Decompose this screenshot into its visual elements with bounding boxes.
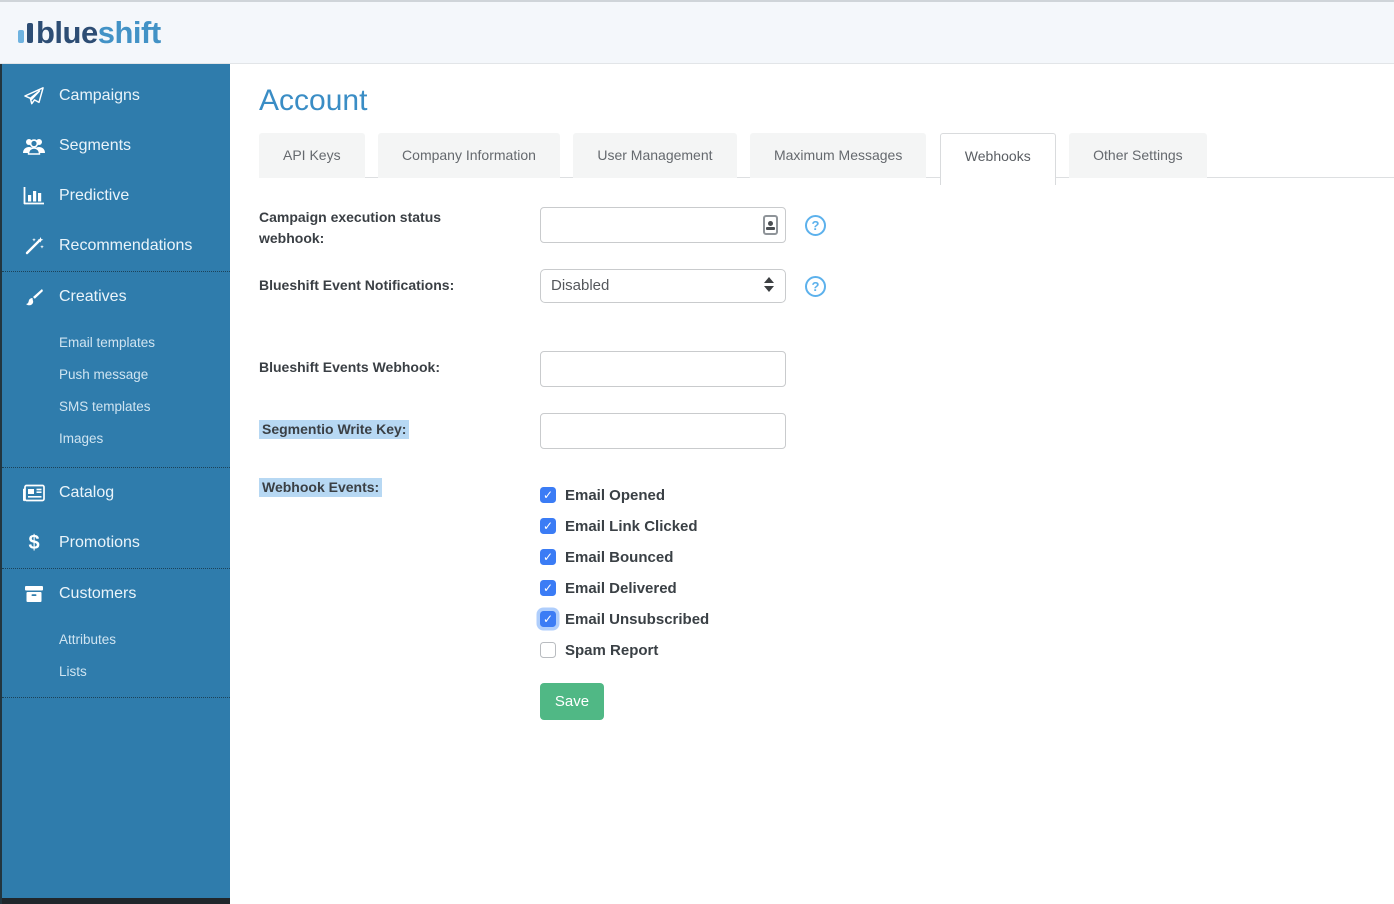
tab-company-information[interactable]: Company Information [378,133,560,178]
sidebar-subitem-attributes[interactable]: Attributes [2,623,230,655]
sidebar-item-label: Creatives [59,288,127,306]
magic-wand-icon [22,235,46,257]
sidebar-item-label: Segments [59,137,131,155]
sidebar-item-label: Campaigns [59,87,140,105]
archive-box-icon [22,583,46,605]
sidebar-subitem-images[interactable]: Images [2,422,230,454]
field-label: Blueshift Event Notifications: [259,269,540,303]
events-webhook-input-wrap [540,351,786,387]
paper-plane-icon [22,85,46,107]
autofill-contact-icon[interactable] [763,215,778,235]
checkbox-email-opened[interactable]: ✓ Email Opened [540,485,709,505]
field-label: Blueshift Events Webhook: [259,351,540,387]
sidebar-subitem-email-templates[interactable]: Email templates [2,326,230,358]
dollar-icon: $ [22,532,46,554]
sidebar-item-label: Customers [59,585,136,603]
sidebar-item-promotions[interactable]: $ Promotions [2,518,230,568]
field-label-highlighted: Segmentio Write Key: [259,420,409,439]
form-row-event-notifications: Blueshift Event Notifications: Disabled … [259,269,1394,303]
help-icon[interactable]: ? [805,215,826,236]
tab-user-management[interactable]: User Management [573,133,736,178]
sidebar-subitem-label: SMS templates [59,399,151,414]
window-edge [2,898,232,904]
events-webhook-input[interactable] [540,351,786,387]
tab-maximum-messages[interactable]: Maximum Messages [750,133,926,178]
bar-chart-icon [22,185,46,207]
segmentio-write-key-input[interactable] [540,413,786,449]
sidebar-item-label: Recommendations [59,237,192,255]
sidebar-item-predictive[interactable]: Predictive [2,171,230,221]
tab-api-keys[interactable]: API Keys [259,133,365,178]
sidebar-subitem-push-message[interactable]: Push message [2,358,230,390]
tab-other-settings[interactable]: Other Settings [1069,133,1207,178]
checkbox-checked-icon[interactable]: ✓ [540,487,556,503]
page-title: Account [259,84,1394,118]
sidebar-subitem-label: Email templates [59,335,155,350]
checkbox-email-link-clicked[interactable]: ✓ Email Link Clicked [540,516,709,536]
field-label: Campaign execution status webhook: [259,207,459,249]
top-header: blueshift [0,0,1394,64]
webhooks-form: Campaign execution status webhook: ? Blu… [259,207,1394,720]
sidebar-item-campaigns[interactable]: Campaigns [2,71,230,121]
event-notifications-select[interactable]: Disabled [540,269,786,303]
paintbrush-icon [22,286,46,308]
sidebar-item-customers[interactable]: Customers [2,569,230,619]
sidebar-subitem-label: Push message [59,367,148,382]
campaign-execution-webhook-input[interactable] [540,207,786,243]
sidebar-divider [2,697,230,698]
webhook-events-label-highlighted: Webhook Events: [259,478,382,497]
sidebar-subitem-label: Attributes [59,632,116,647]
form-row-campaign-execution: Campaign execution status webhook: ? [259,207,1394,249]
sidebar-subitem-sms-templates[interactable]: SMS templates [2,390,230,422]
blueshift-logo[interactable]: blueshift [18,17,161,48]
checkbox-checked-icon[interactable]: ✓ [540,580,556,596]
checkbox-unchecked-icon[interactable] [540,642,556,658]
sidebar-item-label: Promotions [59,534,140,552]
sidebar-item-recommendations[interactable]: Recommendations [2,221,230,271]
sidebar-subitem-label: Lists [59,664,87,679]
main-content: Account API Keys Company Information Use… [230,64,1394,904]
select-value: Disabled [551,277,609,294]
sidebar-nav: Campaigns Segments Predictive Recommenda… [0,64,230,904]
checkbox-checked-focused-icon[interactable]: ✓ [540,611,556,627]
form-row-webhook-events: Webhook Events: ✓ Email Opened ✓ Email L… [259,477,1394,720]
select-stepper-icon [764,277,774,292]
checkbox-checked-icon[interactable]: ✓ [540,518,556,534]
checkbox-email-unsubscribed[interactable]: ✓ Email Unsubscribed [540,609,709,629]
checkbox-checked-icon[interactable]: ✓ [540,549,556,565]
sidebar-item-creatives[interactable]: Creatives [2,272,230,322]
tab-webhooks[interactable]: Webhooks [940,133,1056,185]
form-row-events-webhook: Blueshift Events Webhook: [259,351,1394,387]
checkbox-email-bounced[interactable]: ✓ Email Bounced [540,547,709,567]
newspaper-icon [22,482,46,504]
sidebar-subitem-label: Images [59,431,103,446]
users-icon [22,135,46,157]
campaign-execution-webhook-input-wrap [540,207,786,243]
sidebar-subitem-lists[interactable]: Lists [2,655,230,687]
blueshift-logo-bars-icon [18,23,33,48]
sidebar-item-catalog[interactable]: Catalog [2,468,230,518]
help-icon[interactable]: ? [805,276,826,297]
form-row-segmentio-key: Segmentio Write Key: [259,413,1394,449]
sidebar-item-label: Predictive [59,187,129,205]
save-button[interactable]: Save [540,683,604,720]
checkbox-email-delivered[interactable]: ✓ Email Delivered [540,578,709,598]
blueshift-logo-text: blueshift [36,17,161,48]
account-tabs: API Keys Company Information User Manage… [259,133,1394,185]
checkbox-spam-report[interactable]: Spam Report [540,640,709,660]
webhook-events-group: ✓ Email Opened ✓ Email Link Clicked ✓ Em… [540,477,709,720]
segmentio-write-key-input-wrap [540,413,786,449]
sidebar-item-segments[interactable]: Segments [2,121,230,171]
sidebar-item-label: Catalog [59,484,114,502]
